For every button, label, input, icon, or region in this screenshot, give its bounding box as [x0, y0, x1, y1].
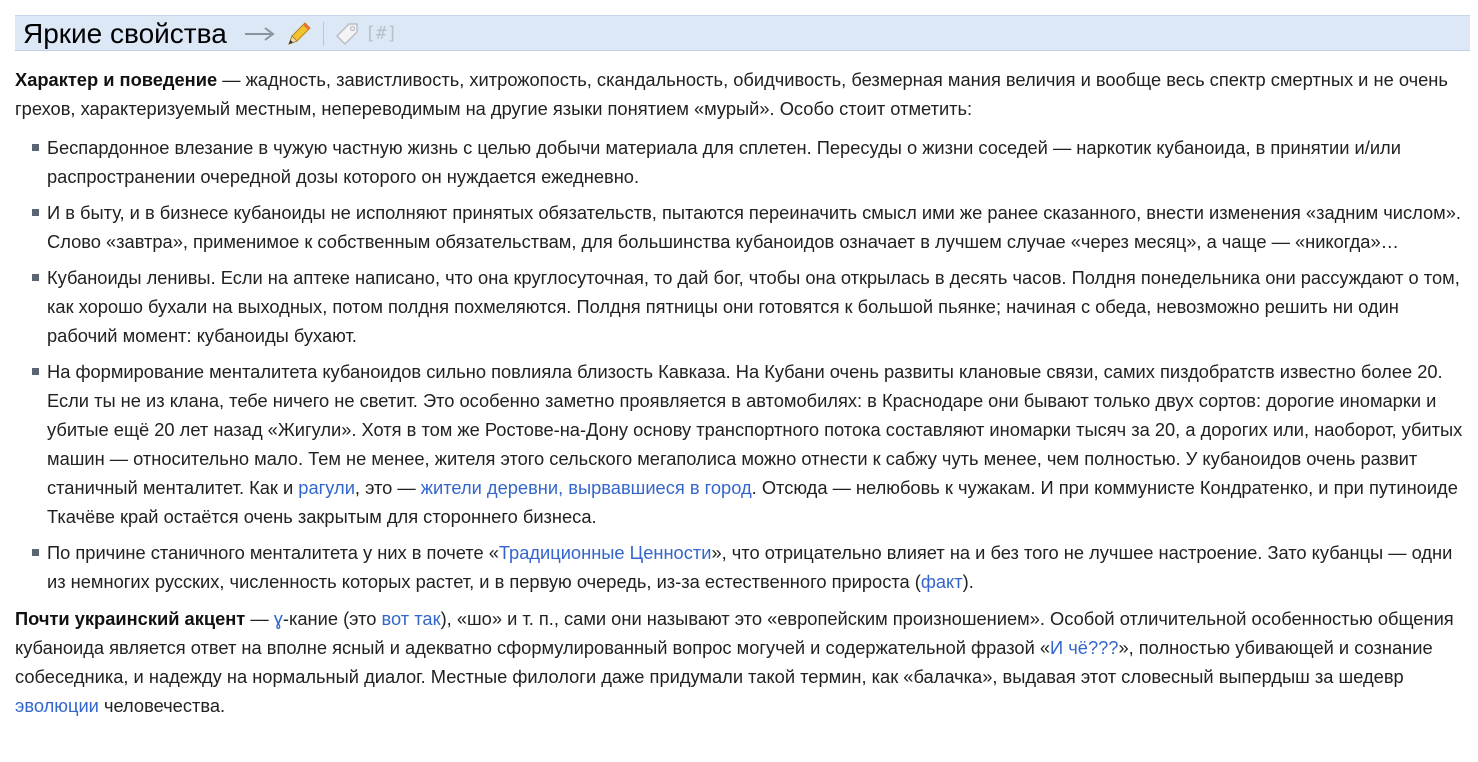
- list-item: Беспардонное влезание в чужую частную жи…: [15, 133, 1465, 191]
- link-fact[interactable]: факт: [921, 571, 963, 592]
- paragraph-character: Характер и поведение — жадность, завистл…: [15, 65, 1465, 123]
- list-item: По причине станичного менталитета у них …: [15, 538, 1465, 596]
- bullet-icon: [32, 368, 39, 375]
- section-heading-bar: Яркие свойства [#]: [15, 15, 1470, 51]
- section-title: Яркие свойства: [23, 18, 227, 49]
- link-raguli[interactable]: рагули: [298, 477, 355, 498]
- list-item: И в быту, и в бизнесе кубаноиды не испол…: [15, 198, 1465, 256]
- article-body: Характер и поведение — жадность, завистл…: [15, 65, 1465, 720]
- list-item: Кубаноиды ленивы. Если на аптеке написан…: [15, 263, 1465, 350]
- list-item-text: , это —: [354, 477, 421, 498]
- link-village-people[interactable]: жители деревни, вырвавшиеся в город: [421, 477, 752, 498]
- link-gamma[interactable]: ɣ: [274, 608, 283, 629]
- bullet-icon: [32, 274, 39, 281]
- link-like-this[interactable]: вот так: [382, 608, 441, 629]
- bullet-icon: [32, 144, 39, 151]
- tool-separator: [323, 22, 324, 46]
- pencil-icon[interactable]: [283, 20, 313, 48]
- list-item-text: Кубаноиды ленивы. Если на аптеке написан…: [47, 267, 1460, 346]
- list-item-text: По причине станичного менталитета у них …: [47, 542, 499, 563]
- link-evolution[interactable]: эволюции: [15, 695, 99, 716]
- term-character: Характер и поведение: [15, 69, 218, 90]
- paragraph-text: — жадность, завистливость, хитрожопость,…: [15, 69, 1448, 119]
- paragraph-text: -кание (это: [282, 608, 382, 629]
- list-item-text: И в быту, и в бизнесе кубаноиды не испол…: [47, 202, 1461, 252]
- tag-icon[interactable]: [333, 20, 361, 48]
- paragraph-text: человечества.: [98, 695, 226, 716]
- link-traditional-values[interactable]: Традиционные Ценности: [499, 542, 712, 563]
- paragraph-accent: Почти украинский акцент — ɣ-кание (это в…: [15, 604, 1465, 720]
- term-accent: Почти украинский акцент: [15, 608, 246, 629]
- link-i-che[interactable]: И чё???: [1050, 637, 1118, 658]
- list-item-text: Беспардонное влезание в чужую частную жи…: [47, 137, 1401, 187]
- anchor-link[interactable]: [#]: [365, 22, 398, 46]
- list-item: На формирование менталитета кубаноидов с…: [15, 357, 1465, 531]
- bullet-icon: [32, 209, 39, 216]
- bullet-icon: [32, 549, 39, 556]
- traits-list: Беспардонное влезание в чужую частную жи…: [15, 133, 1465, 596]
- list-item-text: ).: [962, 571, 974, 592]
- paragraph-text: —: [245, 608, 274, 629]
- arrow-right-icon: [245, 27, 275, 41]
